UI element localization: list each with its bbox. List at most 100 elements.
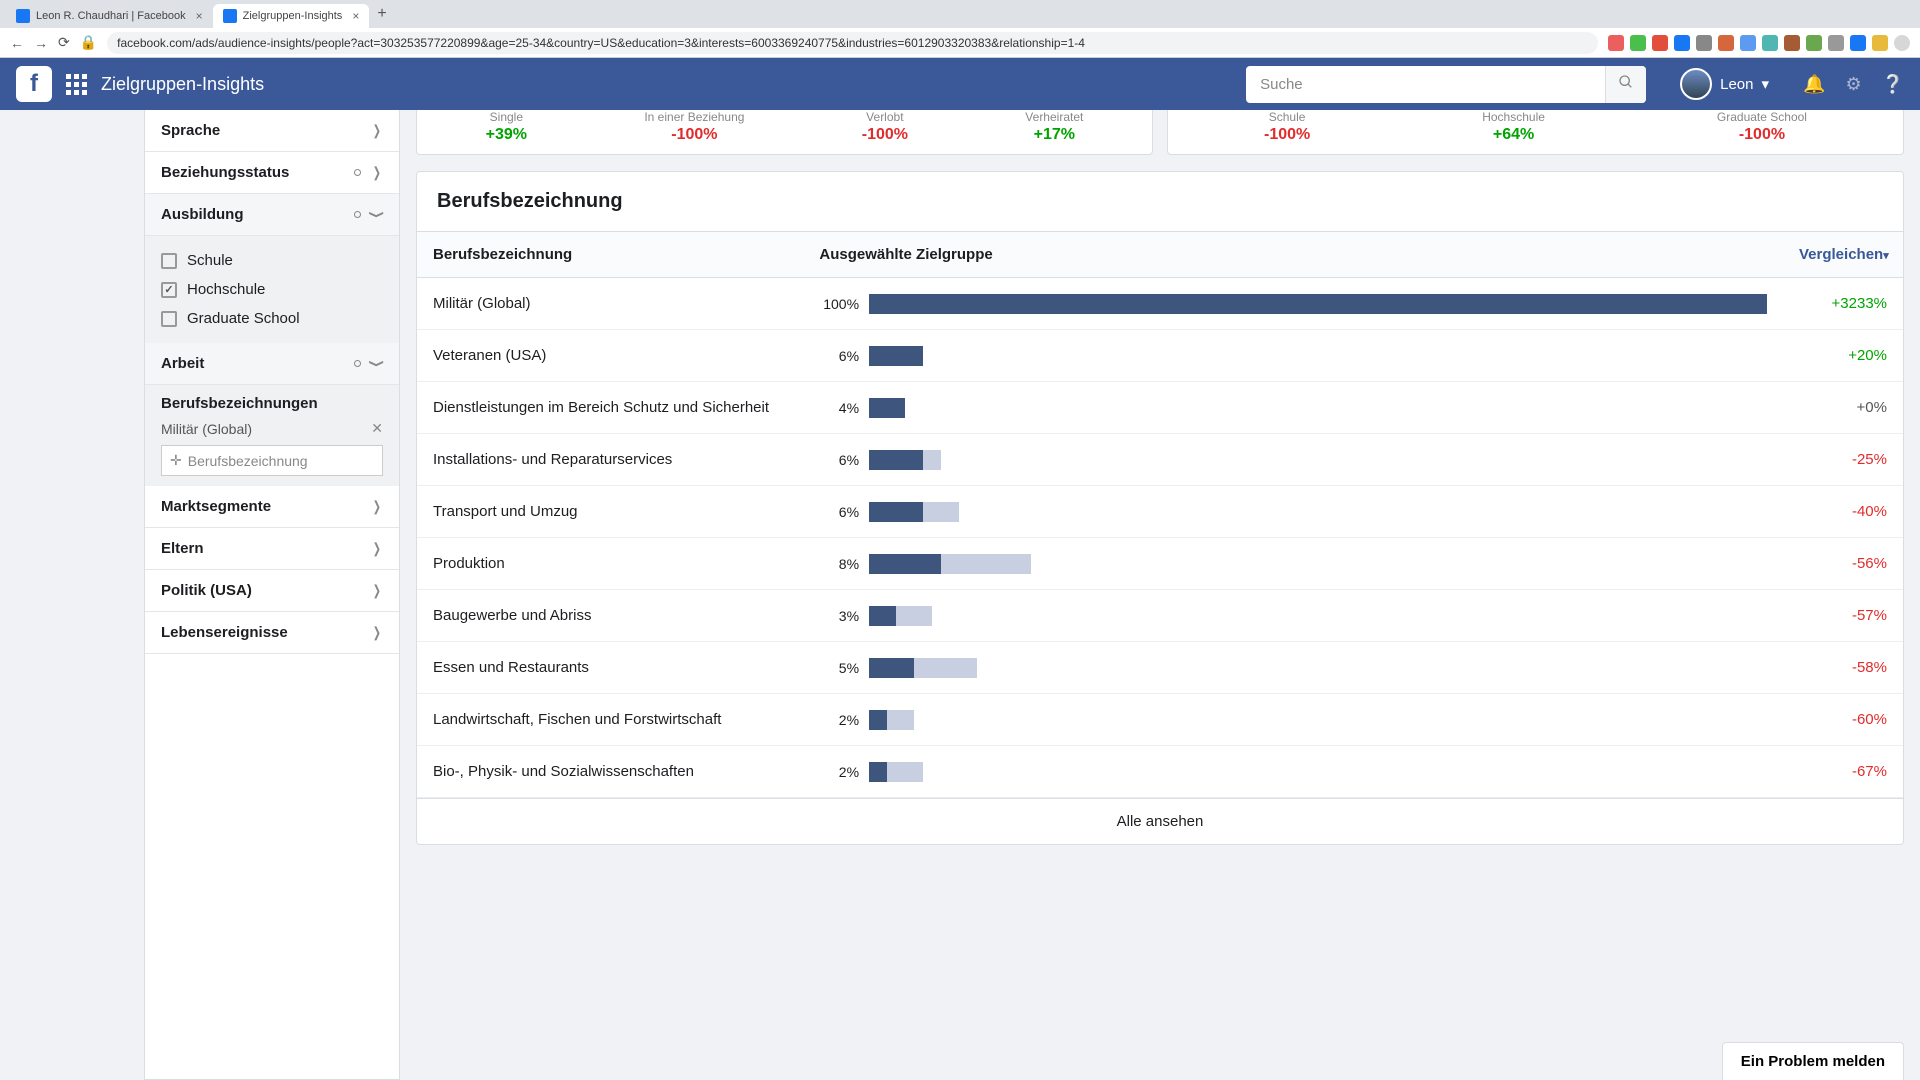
row-label: Landwirtschaft, Fischen und Forstwirtsch… (433, 711, 811, 728)
checkbox-graduate-school[interactable]: Graduate School (161, 304, 383, 333)
row-compare: -60% (1767, 711, 1887, 728)
remove-tag-button[interactable]: ✕ (371, 420, 383, 437)
table-row: Essen und Restaurants5% -58% (417, 642, 1903, 694)
bell-icon[interactable]: 🔔 (1803, 74, 1825, 95)
checkbox-hochschule[interactable]: Hochschule (161, 275, 383, 304)
sidebar-item-politik[interactable]: Politik (USA) ❯ (145, 570, 399, 612)
row-percent: 3% (811, 608, 859, 624)
sidebar-item-arbeit[interactable]: Arbeit ❯ (145, 343, 399, 385)
table-row: Militär (Global)100%+3233% (417, 278, 1903, 330)
row-compare: -58% (1767, 659, 1887, 676)
apps-icon[interactable] (66, 74, 87, 95)
row-bar-cell: 5% (811, 658, 1767, 678)
checkbox-schule[interactable]: Schule (161, 246, 383, 275)
tab-bar: Leon R. Chaudhari | Facebook×Zielgruppen… (0, 0, 1920, 28)
chevron-right-icon: ❯ (373, 498, 381, 515)
url-input[interactable] (107, 32, 1598, 54)
lock-icon: 🔒 (80, 34, 97, 51)
row-percent: 6% (811, 504, 859, 520)
row-percent: 6% (811, 348, 859, 364)
browser-tab[interactable]: Leon R. Chaudhari | Facebook× (6, 4, 213, 28)
stat-column: In einer Beziehung-100% (644, 110, 744, 144)
report-problem-button[interactable]: Ein Problem melden (1722, 1042, 1904, 1080)
row-label: Essen und Restaurants (433, 659, 811, 676)
chevron-down-icon: ❯ (369, 359, 386, 367)
col-job-title[interactable]: Berufsbezeichnung (417, 232, 803, 277)
sidebar-item-marktsegmente[interactable]: Marktsegmente ❯ (145, 486, 399, 528)
browser-tab[interactable]: Zielgruppen-Insights× (213, 4, 370, 28)
indicator-icon (354, 211, 361, 218)
row-bar-cell: 6% (811, 346, 1767, 366)
table-row: Veteranen (USA)6%+20% (417, 330, 1903, 382)
bar-track (869, 346, 1767, 366)
close-tab-button[interactable]: × (352, 9, 359, 23)
row-compare: -56% (1767, 555, 1887, 572)
job-tag: Militär (Global) ✕ (161, 420, 383, 437)
row-percent: 100% (811, 296, 859, 312)
view-all-button[interactable]: Alle ansehen (417, 798, 1903, 844)
search-box[interactable] (1246, 66, 1646, 103)
extension-icons (1608, 35, 1910, 51)
browser-chrome: Leon R. Chaudhari | Facebook×Zielgruppen… (0, 0, 1920, 58)
bar-track (869, 762, 1767, 782)
table-title: Berufsbezeichnung (417, 172, 1903, 232)
stat-column: Verlobt-100% (862, 110, 908, 144)
row-bar-cell: 100% (811, 294, 1767, 314)
stat-column: Schule-100% (1264, 110, 1310, 144)
sidebar-item-beziehungsstatus[interactable]: Beziehungsstatus ❯ (145, 152, 399, 194)
row-percent: 8% (811, 556, 859, 572)
row-bar-cell: 2% (811, 710, 1767, 730)
bar-track (869, 294, 1767, 314)
row-label: Bio-, Physik- und Sozialwissenschaften (433, 763, 811, 780)
row-bar-cell: 4% (811, 398, 1767, 418)
user-menu[interactable]: Leon ▾ (1680, 68, 1769, 100)
new-tab-button[interactable]: + (369, 5, 394, 23)
facebook-logo[interactable]: f (16, 66, 52, 102)
table-header: Berufsbezeichnung Ausgewählte Zielgruppe… (417, 232, 1903, 278)
row-compare: +3233% (1767, 295, 1887, 312)
col-compare[interactable]: Vergleichen▾ (1783, 232, 1903, 277)
help-icon[interactable]: ❔ (1882, 74, 1904, 95)
col-selected-audience[interactable]: Ausgewählte Zielgruppe (803, 232, 1783, 277)
table-row: Landwirtschaft, Fischen und Forstwirtsch… (417, 694, 1903, 746)
reload-button[interactable]: ⟳ (58, 34, 70, 51)
close-tab-button[interactable]: × (196, 9, 203, 23)
work-heading: Berufsbezeichnungen (161, 395, 383, 412)
main-content: Single+39%In einer Beziehung-100%Verlobt… (400, 110, 1920, 1080)
forward-button[interactable]: → (34, 35, 48, 51)
add-job-input[interactable]: ✛ Berufsbezeichnung (161, 445, 383, 476)
search-input[interactable] (1246, 66, 1605, 103)
favicon-icon (16, 9, 30, 23)
table-row: Baugewerbe und Abriss3%-57% (417, 590, 1903, 642)
row-label: Installations- und Reparaturservices (433, 451, 811, 468)
bar-track (869, 658, 1767, 678)
indicator-icon (354, 169, 361, 176)
search-button[interactable] (1605, 66, 1646, 103)
row-percent: 5% (811, 660, 859, 676)
row-percent: 2% (811, 712, 859, 728)
sidebar-item-ausbildung[interactable]: Ausbildung ❯ (145, 194, 399, 236)
row-bar-cell: 6% (811, 450, 1767, 470)
row-compare: +20% (1767, 347, 1887, 364)
stat-column: Verheiratet+17% (1025, 110, 1083, 144)
table-row: Transport und Umzug6%-40% (417, 486, 1903, 538)
stat-column: Graduate School-100% (1717, 110, 1807, 144)
gear-icon[interactable]: ⚙ (1845, 74, 1861, 95)
row-label: Dienstleistungen im Bereich Schutz und S… (433, 399, 811, 416)
row-bar-cell: 6% (811, 502, 1767, 522)
sort-icon: ▾ (1883, 250, 1889, 262)
back-button[interactable]: ← (10, 35, 24, 51)
row-bar-cell: 2% (811, 762, 1767, 782)
row-label: Transport und Umzug (433, 503, 811, 520)
sidebar-item-sprache[interactable]: Sprache ❯ (145, 110, 399, 152)
chevron-right-icon: ❯ (373, 122, 381, 139)
favicon-icon (223, 9, 237, 23)
table-row: Bio-, Physik- und Sozialwissenschaften2%… (417, 746, 1903, 798)
relationship-stats-card: Single+39%In einer Beziehung-100%Verlobt… (416, 110, 1153, 155)
row-percent: 2% (811, 764, 859, 780)
sidebar-item-eltern[interactable]: Eltern ❯ (145, 528, 399, 570)
plus-icon: ✛ (170, 452, 182, 469)
sidebar-item-lebensereignisse[interactable]: Lebensereignisse ❯ (145, 612, 399, 654)
bar-track (869, 554, 1767, 574)
row-percent: 6% (811, 452, 859, 468)
